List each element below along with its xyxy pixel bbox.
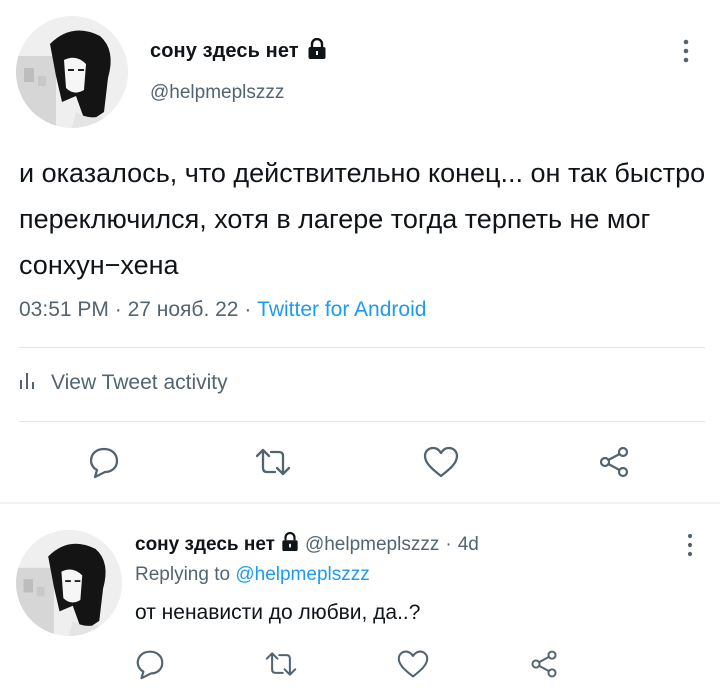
replying-to-link[interactable]: @helpmeplszzz [235,564,369,585]
meta-separator: · [114,298,122,321]
reply-actions [0,644,720,684]
reply-header: сону здесь нет @helpmeplszzz · 4d [135,531,479,558]
tweet-text: и оказалось, что действительно конец... … [19,158,706,280]
main-tweet: сону здесь нет @helpmeplszzz и оказалось… [0,0,720,502]
view-activity-label: View Tweet activity [51,371,228,394]
replying-prefix: Replying to [135,564,231,585]
divider [19,347,705,348]
reply-author-avatar[interactable] [16,530,122,636]
more-icon[interactable] [680,532,700,558]
reply-tweet[interactable]: сону здесь нет @helpmeplszzz · 4d Replyi… [0,504,720,694]
replying-to: Replying to @helpmeplszzz [135,564,370,586]
retweet-icon[interactable] [261,644,301,684]
lock-icon [281,531,299,558]
author-handle[interactable]: @helpmeplszzz [150,82,284,104]
analytics-icon [19,370,35,396]
tweet-time: 03:51 PM [19,298,109,321]
share-icon[interactable] [594,442,634,482]
tweet-actions [0,442,720,482]
author-avatar[interactable] [16,16,128,128]
author-name-row: сону здесь нет [150,37,327,65]
reply-icon[interactable] [130,644,170,684]
like-icon[interactable] [393,644,433,684]
lock-icon [307,37,327,65]
retweet-icon[interactable] [253,442,293,482]
reply-display-name[interactable]: сону здесь нет [135,534,275,556]
reply-handle[interactable]: @helpmeplszzz [305,534,439,556]
tweet-source-link[interactable]: Twitter for Android [257,298,426,321]
tweet-meta: 03:51 PM · 27 нояб. 22 · Twitter for And… [19,298,426,322]
author-display-name[interactable]: сону здесь нет [150,40,299,63]
divider [19,421,705,422]
more-icon[interactable] [676,38,696,64]
reply-age: 4d [457,534,479,555]
reply-icon[interactable] [84,442,124,482]
tweet-date: 27 нояб. 22 [127,298,239,321]
meta-separator: · [244,298,252,321]
share-icon[interactable] [524,644,564,684]
like-icon[interactable] [421,442,461,482]
reply-separator: · [445,534,452,555]
view-activity-button[interactable]: View Tweet activity [19,370,228,396]
reply-text: от ненависти до любви, да..? [135,601,421,624]
